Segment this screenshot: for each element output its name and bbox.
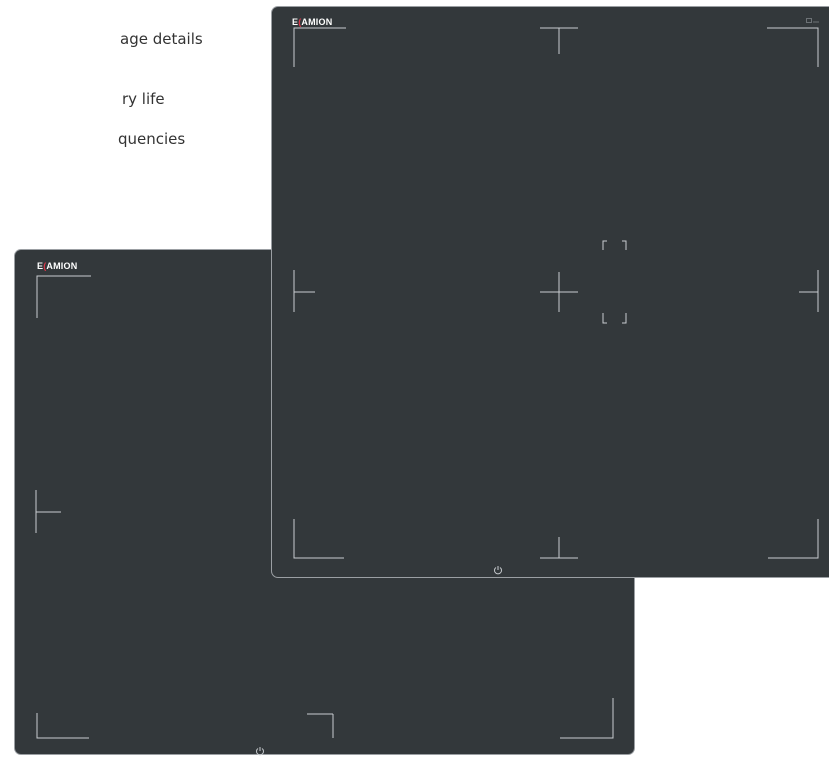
focus-bracket-br [622, 313, 627, 324]
center-crosshair [540, 272, 578, 312]
edge-guide-left [293, 270, 315, 312]
edge-guide-right [799, 270, 819, 312]
edge-guide-bottom [540, 537, 578, 559]
alignment-guides [293, 27, 819, 559]
corner-guide-top-left [293, 27, 346, 67]
corner-guide-top-left [36, 275, 91, 318]
corner-guide-top-right [767, 27, 819, 67]
corner-guide-bottom-right [768, 519, 819, 559]
edge-guide-top [540, 27, 578, 54]
focus-bracket-tl [602, 240, 607, 250]
corner-guide-bottom-left [36, 713, 89, 739]
focus-bracket-bl [602, 313, 607, 324]
detector-panel-small: E(AMION [271, 6, 829, 578]
power-icon[interactable] [493, 565, 503, 575]
status-indicator-icon [806, 18, 819, 23]
edge-guide-bottom [307, 713, 334, 738]
focus-bracket-tr [622, 240, 627, 250]
corner-guide-bottom-right [560, 698, 614, 739]
corner-guide-bottom-left [293, 519, 344, 559]
feature-line-image-details: age details [120, 30, 203, 48]
feature-line-battery-life: ry life [122, 90, 165, 108]
feature-line-frequencies: quencies [118, 130, 186, 148]
power-icon[interactable] [255, 746, 265, 756]
edge-guide-left [35, 490, 61, 533]
